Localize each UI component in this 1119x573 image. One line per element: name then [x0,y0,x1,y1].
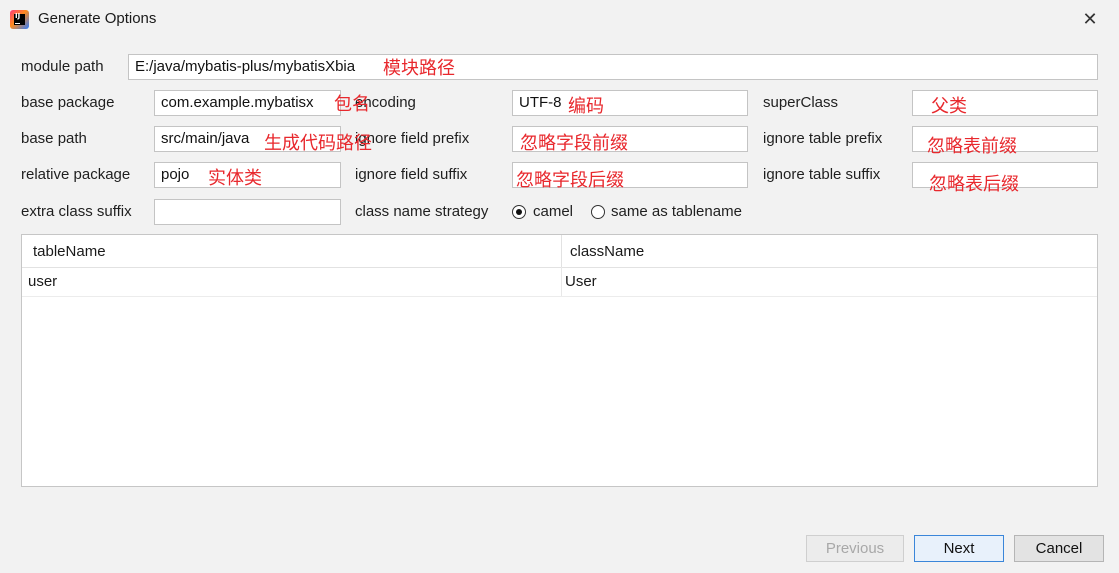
ignore-table-suffix-annotation: 忽略表后缀 [929,174,1019,195]
same-as-tablename-radio[interactable] [591,205,605,219]
close-button[interactable]: ✕ [1072,4,1108,34]
table-list[interactable]: tableName className user User [21,234,1098,487]
base-package-value: com.example.mybatisx [161,94,314,111]
base-path-value: src/main/java [161,130,250,147]
module-path-field[interactable]: E:/java/mybatis-plus/mybatisXbia [128,54,1098,80]
table-cell-classname: User [565,273,597,290]
table-row[interactable]: user User [22,267,1097,297]
super-class-annotation: 父类 [931,96,967,117]
ignore-field-suffix-label: ignore field suffix [355,166,468,183]
base-package-label: base package [21,94,115,111]
relative-package-annotation: 实体类 [208,168,262,189]
extra-class-suffix-label: extra class suffix [21,203,132,220]
row-divider [561,267,562,296]
module-path-value: E:/java/mybatis-plus/mybatisXbia [135,58,356,75]
ignore-field-prefix-label: ignore field prefix [355,130,470,147]
cancel-button[interactable]: Cancel [1014,535,1104,562]
ignore-field-prefix-annotation: 忽略字段前缀 [520,133,628,154]
ignore-table-prefix-annotation: 忽略表前缀 [927,136,1017,157]
camel-radio-label[interactable]: camel [533,203,573,220]
ignore-field-suffix-annotation: 忽略字段后缀 [516,170,624,191]
relative-package-label: relative package [21,166,131,183]
close-icon: ✕ [1082,8,1098,29]
relative-package-value: pojo [161,166,190,183]
extra-class-suffix-field[interactable] [154,199,341,225]
next-button[interactable]: Next [914,535,1004,562]
base-package-annotation: 包名 [334,94,370,115]
module-path-annotation: 模块路径 [383,58,455,79]
previous-button[interactable]: Previous [806,535,904,562]
column-header-classname[interactable]: className [570,235,644,267]
table-header: tableName className [22,235,1097,268]
intellij-idea-icon [10,10,29,29]
base-path-annotation: 生成代码路径 [264,133,372,154]
window-title: Generate Options [38,10,157,27]
ignore-table-suffix-label: ignore table suffix [763,166,881,183]
column-header-tablename[interactable]: tableName [33,235,106,267]
table-cell-tablename: user [28,273,58,290]
same-as-tablename-radio-label[interactable]: same as tablename [611,203,742,220]
super-class-label: superClass [763,94,839,111]
module-path-label: module path [21,58,104,75]
encoding-annotation: 编码 [568,96,604,117]
column-divider[interactable] [561,235,562,267]
title-bar: Generate Options ✕ [0,0,1119,40]
encoding-field[interactable]: UTF-8 [512,90,748,116]
ignore-table-prefix-label: ignore table prefix [763,130,883,147]
class-name-strategy-label: class name strategy [355,203,489,220]
base-path-label: base path [21,130,87,147]
encoding-value: UTF-8 [519,94,562,111]
base-package-field[interactable]: com.example.mybatisx [154,90,341,116]
camel-radio[interactable] [512,205,526,219]
